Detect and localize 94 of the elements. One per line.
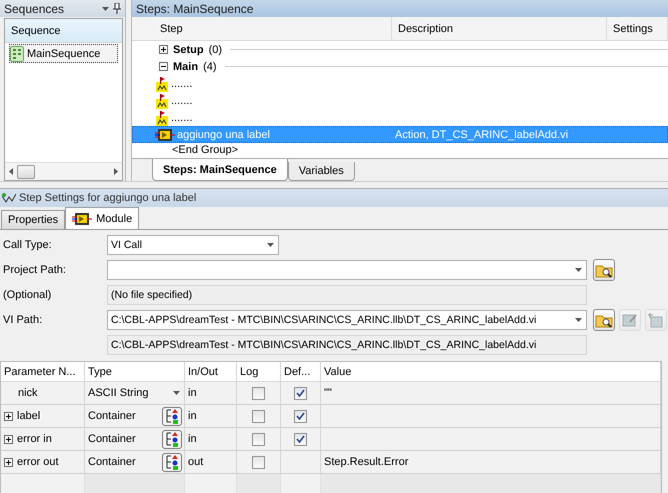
log-checkbox[interactable]	[252, 410, 265, 422]
column-header: Settings	[607, 17, 668, 40]
container-icon	[165, 454, 179, 470]
scroll-thumb[interactable]	[17, 164, 35, 178]
sequence-icon	[10, 46, 24, 62]
type-button[interactable]	[162, 406, 182, 426]
parameter-type: Container	[88, 433, 136, 445]
caret-icon	[574, 268, 582, 272]
step-row[interactable]: .......	[132, 92, 668, 109]
scroll-right-icon[interactable]	[114, 168, 118, 175]
container-icon	[165, 408, 179, 424]
panel-title: Steps: MainSequence	[136, 2, 254, 16]
column-header: Def...	[281, 362, 321, 381]
browse-button[interactable]	[593, 309, 615, 331]
parameter-value: Step.Result.Error	[324, 456, 408, 468]
parameter-name: label	[17, 410, 40, 422]
check-icon	[296, 389, 305, 397]
field-label: Project Path:	[3, 264, 67, 276]
column-header: Step	[154, 17, 392, 40]
check-icon	[296, 412, 305, 420]
parameter-direction: in	[188, 387, 197, 399]
panel-title: Sequences	[4, 2, 66, 16]
type-button[interactable]	[162, 452, 182, 472]
scroll-left-icon[interactable]	[9, 168, 13, 175]
check-icon	[296, 435, 305, 443]
column-header: Description	[392, 17, 607, 40]
project-path-field[interactable]	[107, 260, 587, 280]
vi-path-field[interactable]: C:\CBL-APPS\dreamTest - MTC\BIN\CS\ARINC\CS_ARINC.llb\DT_CS_ARINC_labelAdd.vi	[107, 310, 587, 330]
expand-icon[interactable]	[4, 412, 13, 420]
field-label: VI Path:	[3, 314, 44, 326]
parameter-type: Container	[88, 456, 136, 468]
column-header: Log	[237, 362, 281, 381]
log-checkbox[interactable]	[252, 456, 265, 468]
caret-icon	[102, 6, 109, 10]
log-checkbox[interactable]	[252, 432, 265, 446]
resolved-path-field: (No file specified)	[107, 285, 587, 305]
parameter-name: nick	[18, 387, 38, 399]
default-checkbox[interactable]	[294, 432, 307, 446]
flag-step-icon	[155, 93, 169, 109]
expand-icon[interactable]	[4, 434, 13, 444]
sequence-item[interactable]: MainSequence	[9, 44, 118, 63]
parameter-name: error in	[17, 433, 52, 445]
expand-icon[interactable]	[4, 458, 13, 466]
parameter-row[interactable]: error in Container in	[1, 428, 661, 451]
edit-vi-icon	[622, 312, 638, 328]
container-icon	[165, 431, 179, 447]
step-settings-icon	[2, 192, 16, 204]
parameter-direction: out	[188, 456, 204, 468]
step-row[interactable]: .......	[132, 109, 668, 126]
flag-step-icon	[155, 76, 169, 92]
call-type-dropdown[interactable]: VI Call	[107, 235, 279, 255]
column-header: In/Out	[185, 362, 237, 381]
caret-icon	[266, 243, 274, 247]
parameter-value: ""	[324, 387, 332, 399]
group-name: Main	[173, 60, 198, 72]
group-count: (0)	[208, 44, 222, 56]
tab[interactable]: Steps: MainSequence	[152, 159, 288, 181]
resolved-path-field: C:\CBL-APPS\dreamTest - MTC\BIN\CS\ARINC\CS_ARINC.llb\DT_CS_ARINC_labelAdd.vi	[107, 335, 587, 355]
parameter-direction: in	[188, 433, 197, 445]
tab[interactable]: Module	[65, 207, 140, 229]
browse-button[interactable]	[593, 259, 615, 281]
horizontal-scrollbar[interactable]	[5, 162, 122, 180]
column-header: Value	[321, 362, 661, 381]
caret-icon	[172, 391, 180, 395]
collapse-icon[interactable]	[159, 62, 168, 71]
default-checkbox[interactable]	[294, 386, 307, 400]
column-header: Sequence	[5, 19, 122, 43]
parameter-row[interactable]: label Container in	[1, 405, 661, 428]
expand-icon[interactable]	[159, 45, 168, 54]
column-header: Parameter N...	[1, 362, 85, 381]
parameter-direction: in	[188, 410, 197, 422]
caret-icon	[574, 318, 582, 322]
group-count: (4)	[203, 60, 217, 72]
parameter-row[interactable]: error out Container out Step.Result.Error	[1, 451, 661, 474]
log-checkbox[interactable]	[252, 386, 265, 400]
field-label: Call Type:	[3, 239, 53, 251]
parameter-row[interactable]: nick ASCII String in ""	[1, 382, 661, 405]
field-label: (Optional)	[3, 289, 52, 301]
column-header: Type	[85, 362, 185, 381]
parameter-type: Container	[88, 410, 136, 422]
flag-step-icon	[155, 110, 169, 126]
step-row[interactable]: .......	[132, 75, 668, 92]
end-group-label: <End Group>	[171, 143, 240, 157]
tab[interactable]: Variables	[288, 162, 355, 181]
parameter-type: ASCII String	[88, 387, 149, 399]
group-name: Setup	[173, 44, 204, 56]
type-button[interactable]	[162, 430, 182, 448]
pin-icon	[113, 3, 121, 14]
tab[interactable]: Properties	[1, 210, 66, 229]
default-checkbox[interactable]	[294, 410, 307, 422]
parameter-name: error out	[17, 456, 59, 468]
panel-title: Step Settings for aggiungo una label	[19, 192, 196, 204]
new-vi-icon	[648, 312, 664, 328]
vi-icon	[155, 128, 175, 142]
